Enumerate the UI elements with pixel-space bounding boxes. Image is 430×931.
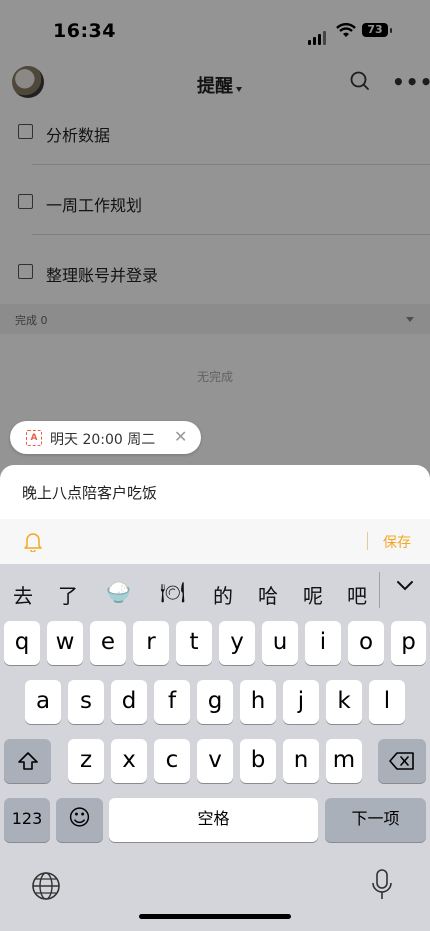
- key-y[interactable]: y: [219, 621, 255, 665]
- key-w[interactable]: w: [47, 621, 83, 665]
- emoji-key[interactable]: ☺: [56, 798, 103, 842]
- candidate-emoji[interactable]: 🍽: [160, 580, 185, 604]
- key-o[interactable]: o: [348, 621, 384, 665]
- candidate-word[interactable]: 哈: [258, 580, 278, 609]
- input-toolbar: 保存: [0, 519, 430, 564]
- key-f[interactable]: f: [154, 680, 190, 724]
- date-chip-text: 明天 20:00 周二: [50, 432, 156, 448]
- microphone-icon[interactable]: [371, 868, 393, 902]
- candidate-divider: [379, 572, 380, 608]
- numbers-key[interactable]: 123: [4, 798, 50, 842]
- key-p[interactable]: p: [391, 621, 426, 665]
- key-k[interactable]: k: [326, 680, 362, 724]
- candidate-emoji[interactable]: 🍚: [106, 580, 131, 604]
- candidate-word[interactable]: 了: [58, 580, 78, 609]
- key-l[interactable]: l: [369, 680, 405, 724]
- key-g[interactable]: g: [197, 680, 233, 724]
- keyboard: 去 了 🍚 🍽 的 哈 呢 吧 q w e r t y u i o p a s …: [0, 564, 430, 931]
- key-z[interactable]: z: [68, 739, 104, 783]
- toolbar-divider: [367, 532, 368, 550]
- key-a[interactable]: a: [25, 680, 61, 724]
- candidate-word[interactable]: 吧: [347, 580, 367, 609]
- shift-key[interactable]: [4, 739, 51, 783]
- reminder-input-sheet: 晚上八点陪客户吃饭: [0, 465, 430, 519]
- backspace-key[interactable]: [378, 739, 426, 783]
- shift-icon: [17, 751, 38, 770]
- key-j[interactable]: j: [283, 680, 319, 724]
- close-icon[interactable]: ✕: [174, 427, 187, 446]
- save-button[interactable]: 保存: [383, 532, 411, 552]
- key-d[interactable]: d: [111, 680, 147, 724]
- key-b[interactable]: b: [240, 739, 276, 783]
- key-q[interactable]: q: [4, 621, 40, 665]
- candidate-bar: 去 了 🍚 🍽 的 哈 呢 吧: [0, 564, 430, 619]
- key-c[interactable]: c: [154, 739, 190, 783]
- key-m[interactable]: m: [326, 739, 362, 783]
- key-n[interactable]: n: [283, 739, 319, 783]
- date-chip[interactable]: A 明天 20:00 周二 ✕: [10, 421, 201, 454]
- key-v[interactable]: v: [197, 739, 233, 783]
- key-e[interactable]: e: [90, 621, 126, 665]
- bell-icon[interactable]: [22, 530, 44, 552]
- key-u[interactable]: u: [262, 621, 298, 665]
- candidate-word[interactable]: 呢: [303, 580, 323, 609]
- candidate-word[interactable]: 去: [13, 580, 33, 609]
- key-i[interactable]: i: [305, 621, 341, 665]
- home-indicator: [139, 914, 291, 919]
- candidate-word[interactable]: 的: [213, 580, 233, 609]
- key-x[interactable]: x: [111, 739, 147, 783]
- space-key[interactable]: 空格: [109, 798, 318, 842]
- key-t[interactable]: t: [176, 621, 212, 665]
- chevron-down-icon[interactable]: [396, 580, 414, 592]
- globe-icon[interactable]: [30, 870, 62, 902]
- key-r[interactable]: r: [133, 621, 169, 665]
- key-h[interactable]: h: [240, 680, 276, 724]
- next-key[interactable]: 下一项: [325, 798, 426, 842]
- ai-parse-icon: A: [26, 430, 42, 446]
- key-s[interactable]: s: [68, 680, 104, 724]
- backspace-icon: [389, 751, 414, 770]
- reminder-input[interactable]: 晚上八点陪客户吃饭: [22, 482, 157, 503]
